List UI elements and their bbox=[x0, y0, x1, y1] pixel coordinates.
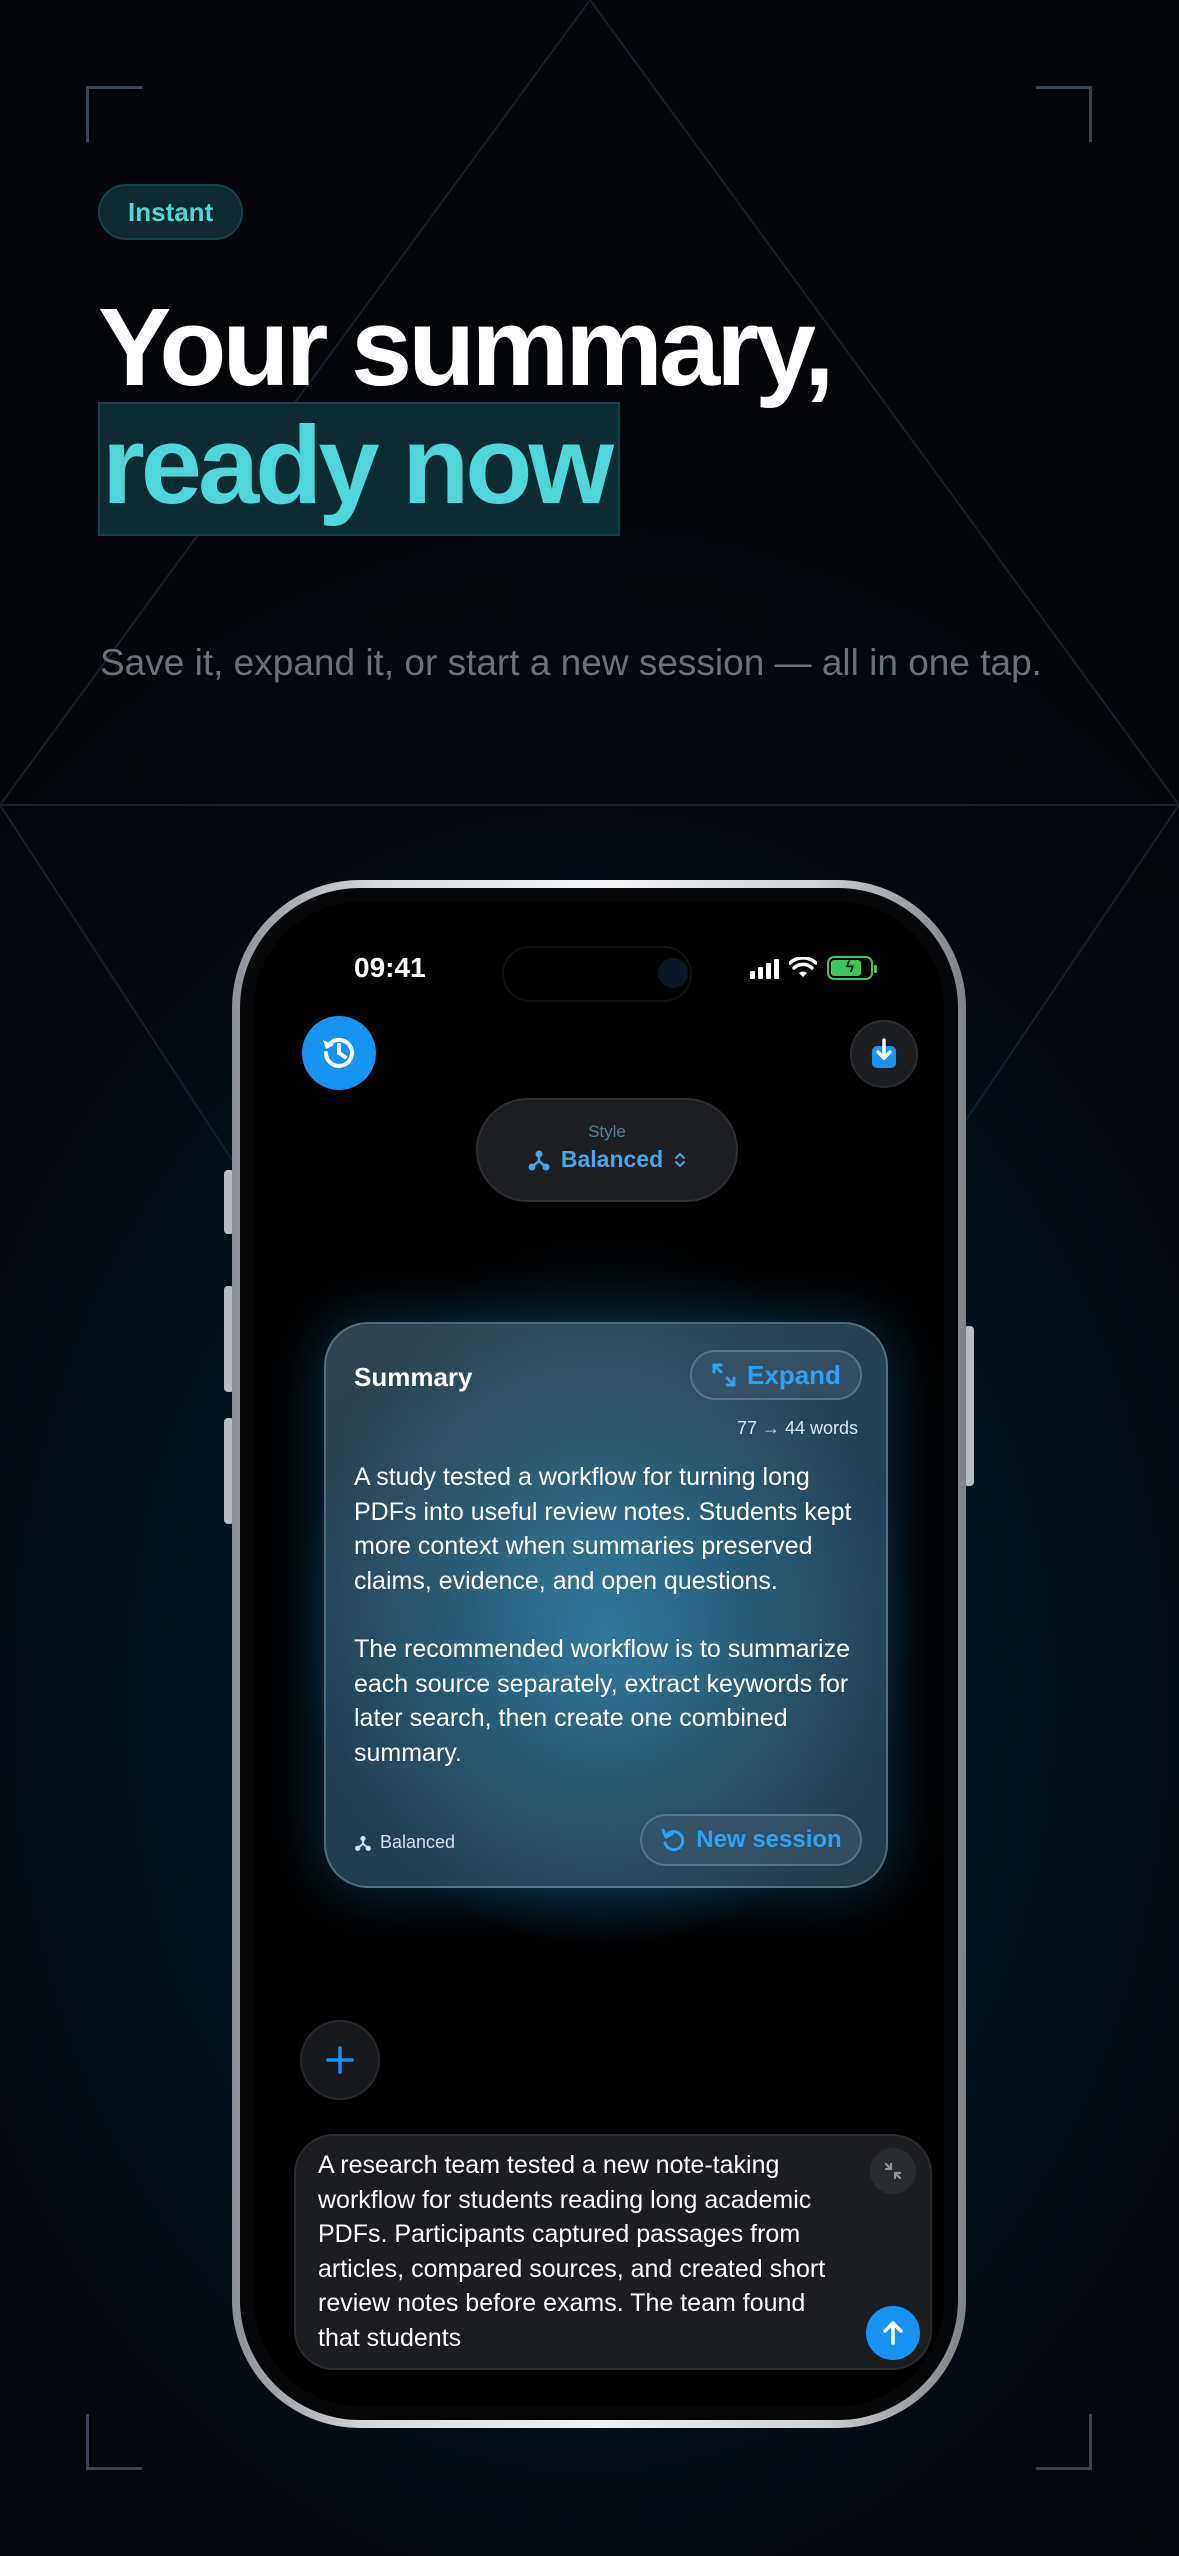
headline-line-1: Your summary, bbox=[98, 286, 835, 409]
arrow-up-icon bbox=[883, 2321, 903, 2345]
download-button[interactable] bbox=[850, 1020, 918, 1088]
add-attachment-button[interactable] bbox=[300, 2020, 380, 2100]
composer-text[interactable]: A research team tested a new note-taking… bbox=[318, 2148, 848, 2354]
corner-bracket-bottom-right bbox=[1036, 2414, 1092, 2470]
new-session-button[interactable]: New session bbox=[640, 1814, 862, 1866]
summary-style-tag: Balanced bbox=[354, 1832, 455, 1853]
cellular-signal-icon bbox=[750, 957, 779, 979]
wifi-icon bbox=[789, 957, 817, 977]
summary-paragraph: The recommended workflow is to summarize… bbox=[354, 1635, 850, 1767]
instant-badge: Instant bbox=[98, 184, 244, 240]
corner-bracket-top-left bbox=[86, 86, 142, 142]
subtitle: Save it, expand it, or start a new sessi… bbox=[100, 642, 1042, 683]
chevron-up-down-icon bbox=[675, 1152, 686, 1167]
word-count: 77 → 44 words bbox=[736, 1418, 858, 1438]
history-icon bbox=[323, 1037, 354, 1068]
status-time: 09:41 bbox=[354, 952, 426, 983]
collapse-input-button[interactable] bbox=[870, 2148, 916, 2194]
summary-card: Summary Expand 77 → 44 words A study tes… bbox=[324, 1322, 888, 1888]
composer-input[interactable]: A research team tested a new note-taking… bbox=[294, 2134, 932, 2370]
battery-charging-icon: ϟ bbox=[827, 956, 877, 980]
expand-button[interactable]: Expand bbox=[690, 1350, 862, 1400]
status-icons: ϟ bbox=[750, 956, 877, 980]
download-icon bbox=[872, 1038, 896, 1068]
new-session-label: New session bbox=[696, 1826, 842, 1853]
refresh-icon bbox=[661, 1828, 685, 1852]
front-camera bbox=[658, 958, 688, 988]
phone-frame: 09:41 ϟ Style Balanced Summary Expand 77… bbox=[232, 880, 966, 2428]
phone-screen: 09:41 ϟ Style Balanced Summary Expand 77… bbox=[254, 902, 944, 2406]
expand-arrows-icon bbox=[712, 1363, 736, 1387]
summary-title: Summary bbox=[354, 1362, 473, 1392]
corner-bracket-top-right bbox=[1036, 86, 1092, 142]
style-nodes-icon bbox=[528, 1150, 550, 1170]
expand-label: Expand bbox=[747, 1359, 841, 1390]
summary-paragraph: A study tested a workflow for turning lo… bbox=[354, 1463, 852, 1595]
plus-icon bbox=[326, 2046, 354, 2074]
summary-body: A study tested a workflow for turning lo… bbox=[354, 1460, 864, 1790]
collapse-arrows-icon bbox=[884, 2162, 902, 2180]
style-picker-value: Balanced bbox=[560, 1146, 664, 1172]
history-button[interactable] bbox=[302, 1016, 376, 1090]
style-picker[interactable]: Style Balanced bbox=[476, 1098, 738, 1202]
summary-style-label: Balanced bbox=[380, 1832, 456, 1852]
style-nodes-icon bbox=[355, 1835, 371, 1851]
style-picker-label: Style bbox=[588, 1122, 626, 1141]
send-button[interactable] bbox=[866, 2306, 920, 2360]
headline-line-2: ready now bbox=[98, 402, 620, 536]
corner-bracket-bottom-left bbox=[86, 2414, 142, 2470]
